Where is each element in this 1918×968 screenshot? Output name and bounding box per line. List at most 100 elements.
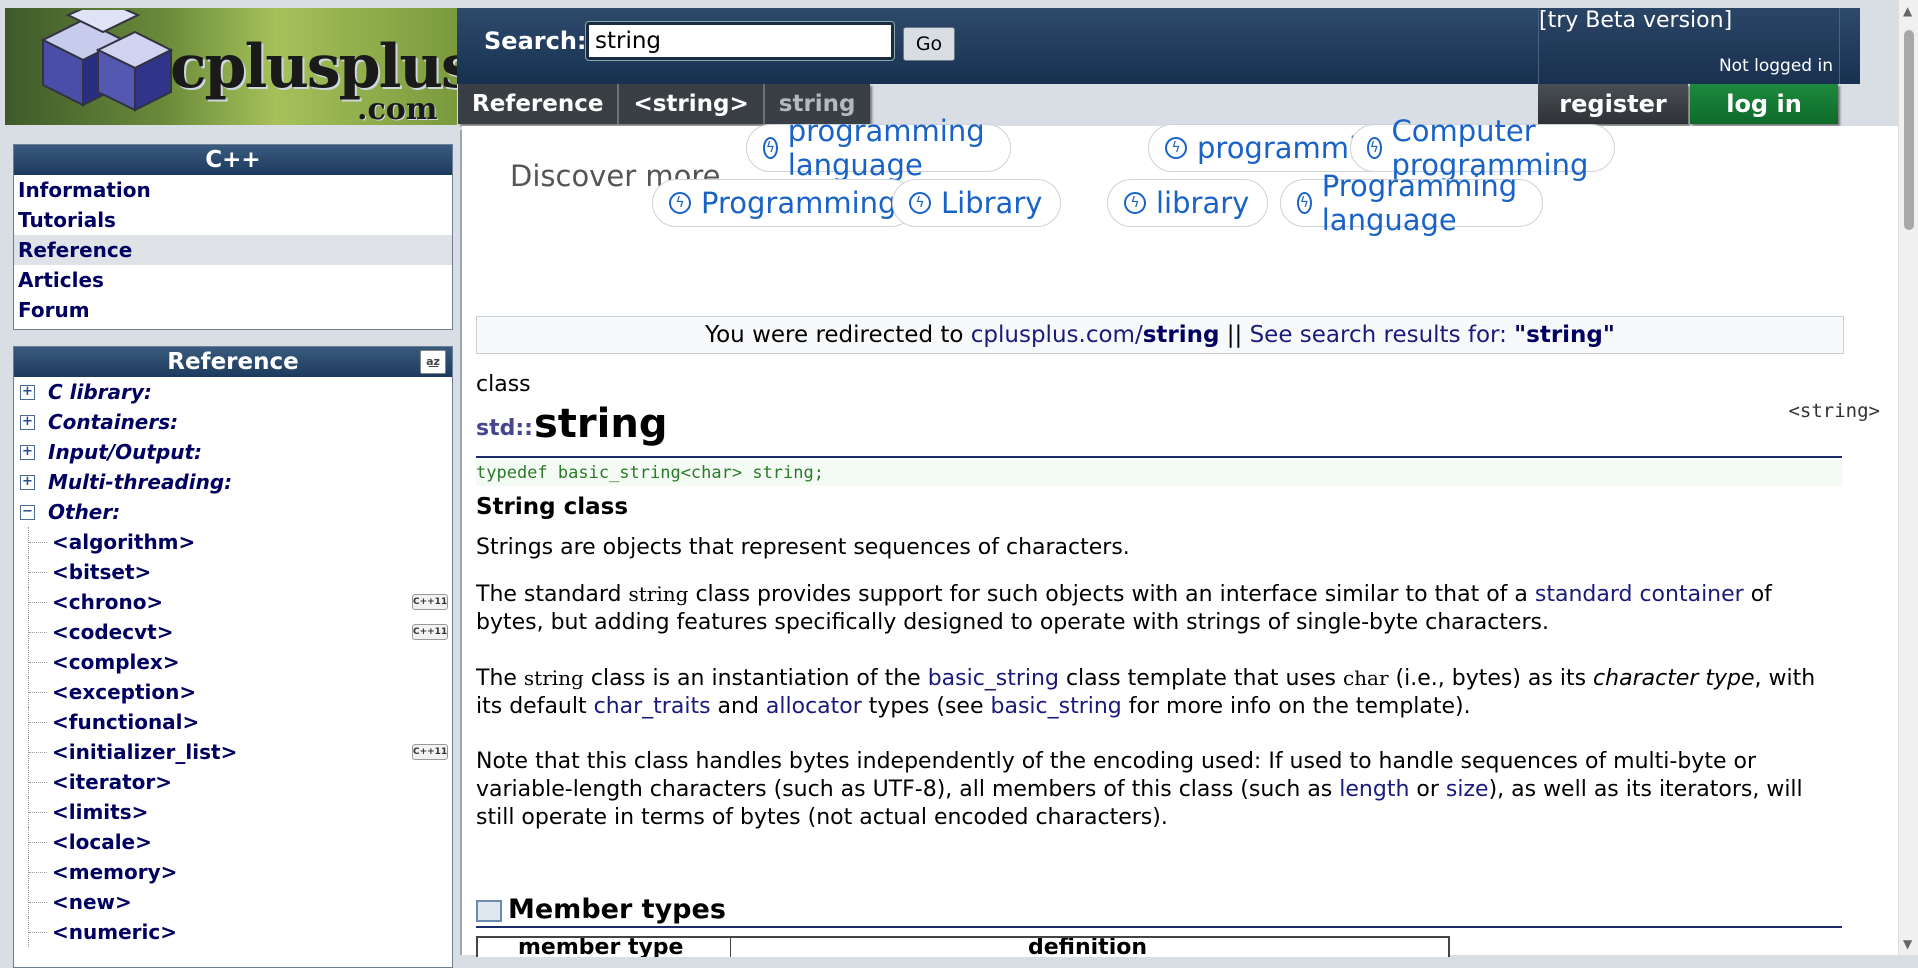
redirect-separator: || xyxy=(1226,322,1243,348)
tree-header-link[interactable]: <iterator> xyxy=(52,767,172,797)
search-results-link[interactable]: See search results for: "string" xyxy=(1250,322,1615,348)
tree-header-item[interactable]: <functional> xyxy=(14,707,452,737)
tree-header-link[interactable]: <codecvt> xyxy=(52,617,173,647)
scroll-down-arrow-icon[interactable]: ▼ xyxy=(1903,937,1912,951)
basic-string-link-2[interactable]: basic_string xyxy=(991,694,1122,719)
cpp11-badge: C++11 xyxy=(412,594,448,610)
redirect-page: string xyxy=(1142,322,1220,348)
discover-pill[interactable]: ϟ Computer programming xyxy=(1350,114,1615,182)
table-column-divider xyxy=(730,938,731,957)
tree-header-item[interactable]: <initializer_list> C++11 xyxy=(14,737,452,767)
tree-header-link[interactable]: <exception> xyxy=(52,677,196,707)
nav-articles[interactable]: Articles xyxy=(14,265,452,295)
tree-category-label[interactable]: Multi-threading: xyxy=(48,467,232,497)
tree-connector xyxy=(28,527,49,557)
sidebar: C++ Information Tutorials Reference Arti… xyxy=(5,130,462,968)
site-logo[interactable]: cplusplus .com xyxy=(5,8,457,125)
breadcrumb-reference[interactable]: Reference xyxy=(458,84,620,124)
expand-icon[interactable]: + xyxy=(20,445,35,460)
tree-header-item[interactable]: <algorithm> xyxy=(14,527,452,557)
tree-category-label[interactable]: Containers: xyxy=(48,407,178,437)
tree-header-link[interactable]: <limits> xyxy=(52,797,148,827)
nav-tutorials[interactable]: Tutorials xyxy=(14,205,452,235)
tree-header-item[interactable]: <locale> xyxy=(14,827,452,857)
tree-connector xyxy=(28,647,49,677)
page-title: string xyxy=(534,401,668,447)
search-input[interactable] xyxy=(585,21,895,61)
tree-category-label[interactable]: Input/Output: xyxy=(48,437,202,467)
tree-header-link[interactable]: <numeric> xyxy=(52,917,177,947)
nav-information[interactable]: Information xyxy=(14,175,452,205)
allocator-link[interactable]: allocator xyxy=(766,694,862,719)
tree-category-label[interactable]: Other: xyxy=(48,497,120,527)
tree-header-item[interactable]: <chrono> C++11 xyxy=(14,587,452,617)
expand-icon[interactable]: + xyxy=(20,415,35,430)
tree-category-multi-threading[interactable]: + Multi-threading: xyxy=(14,467,452,497)
discover-pill[interactable]: ϟ programming language xyxy=(746,114,1011,182)
discover-pill[interactable]: ϟ library xyxy=(1107,179,1269,227)
tree-header-link[interactable]: <bitset> xyxy=(52,557,151,587)
header-file-link[interactable]: <string> xyxy=(1788,400,1880,422)
tree-header-link[interactable]: <new> xyxy=(52,887,132,917)
tree-header-item[interactable]: <complex> xyxy=(14,647,452,677)
length-link[interactable]: length xyxy=(1339,777,1409,802)
typedef-declaration: typedef basic_string<char> string; xyxy=(476,460,1842,486)
nav-reference[interactable]: Reference xyxy=(14,235,452,265)
tree-header-link[interactable]: <locale> xyxy=(52,827,152,857)
table-header-definition: definition xyxy=(1028,936,1148,957)
tree-category-containers[interactable]: + Containers: xyxy=(14,407,452,437)
redirect-page-link[interactable]: cplusplus.com/string xyxy=(971,322,1220,348)
tree-category-input-output[interactable]: + Input/Output: xyxy=(14,437,452,467)
tree-header-link[interactable]: <functional> xyxy=(52,707,199,737)
char-traits-link[interactable]: char_traits xyxy=(594,694,711,719)
tree-category-c-library[interactable]: + C library: xyxy=(14,377,452,407)
search-go-button[interactable]: Go xyxy=(903,27,955,61)
try-beta-link[interactable]: [try Beta version] xyxy=(1539,8,1732,33)
discover-pill[interactable]: ϟ Library xyxy=(892,179,1062,227)
tree-header-item[interactable]: <exception> xyxy=(14,677,452,707)
tree-header-item[interactable]: <new> xyxy=(14,887,452,917)
scroll-thumb[interactable] xyxy=(1904,30,1914,230)
tree-header-link[interactable]: <complex> xyxy=(52,647,180,677)
tree-connector xyxy=(28,857,49,887)
sort-az-icon[interactable]: a͟z xyxy=(420,350,446,374)
cpp11-badge: C++11 xyxy=(412,624,448,640)
expand-icon[interactable]: + xyxy=(20,385,35,400)
tree-header-item[interactable]: <numeric> xyxy=(14,917,452,947)
breadcrumb-string-header[interactable]: <string> xyxy=(619,84,765,124)
page-scrollbar[interactable]: ▲ ▼ xyxy=(1898,0,1918,955)
login-button[interactable]: log in xyxy=(1690,84,1838,124)
standard-container-link[interactable]: standard container xyxy=(1535,582,1744,607)
discover-pill-label: Programming xyxy=(701,186,897,220)
nav-forum[interactable]: Forum xyxy=(14,295,452,325)
tree-category-label[interactable]: C library: xyxy=(48,377,152,407)
tree-header-link[interactable]: <initializer_list> xyxy=(52,737,237,767)
tree-header-link[interactable]: <chrono> xyxy=(52,587,163,617)
tree-connector xyxy=(28,737,49,767)
tree-category-other[interactable]: − Other: xyxy=(14,497,452,527)
tree-header-item[interactable]: <iterator> xyxy=(14,767,452,797)
collapse-icon[interactable]: − xyxy=(20,505,35,520)
lightning-icon: ϟ xyxy=(1297,192,1312,214)
expand-icon[interactable]: + xyxy=(20,475,35,490)
tree-header-item[interactable]: <bitset> xyxy=(14,557,452,587)
tree-header-item[interactable]: <codecvt> C++11 xyxy=(14,617,452,647)
tree-header-link[interactable]: <algorithm> xyxy=(52,527,195,557)
scroll-up-arrow-icon[interactable]: ▲ xyxy=(1903,4,1912,18)
tree-header-link[interactable]: <memory> xyxy=(52,857,177,887)
member-types-table: member type definition xyxy=(476,936,1450,957)
discover-pill-label: Programming language xyxy=(1321,169,1518,237)
p3-emphasis: character type xyxy=(1593,666,1755,691)
tree-connector xyxy=(28,797,49,827)
discover-pill[interactable]: ϟ Programming language xyxy=(1280,169,1544,237)
discover-pill[interactable]: ϟ Programming xyxy=(652,179,916,227)
tree-header-item[interactable]: <limits> xyxy=(14,797,452,827)
description-paragraph-3: The string class is an instantiation of … xyxy=(476,664,1846,721)
basic-string-link[interactable]: basic_string xyxy=(928,666,1059,691)
tree-header-item[interactable]: <memory> xyxy=(14,857,452,887)
member-types-divider xyxy=(476,926,1842,928)
size-link[interactable]: size xyxy=(1446,777,1489,802)
p3-text-f: and xyxy=(710,694,766,719)
lightning-icon: ϟ xyxy=(1165,137,1187,159)
description-paragraph-2: The standard string class provides suppo… xyxy=(476,580,1846,637)
